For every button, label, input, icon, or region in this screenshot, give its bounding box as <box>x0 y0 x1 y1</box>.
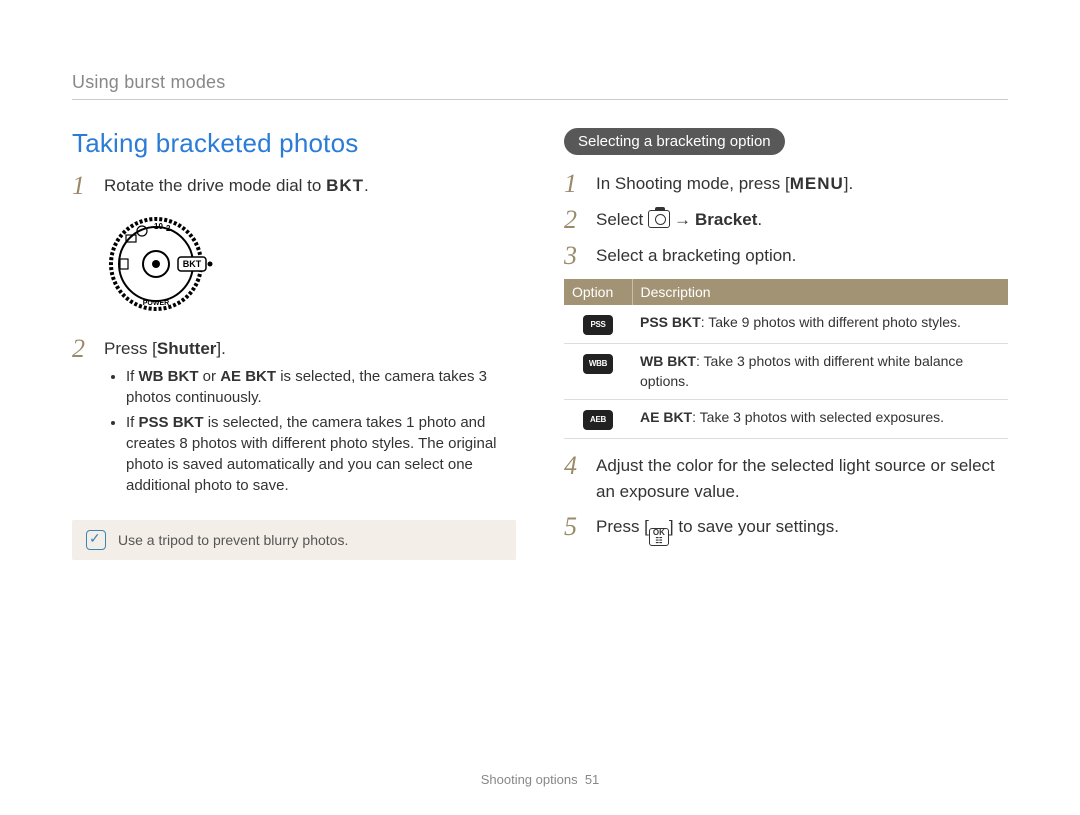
s5-pre: Press [ <box>596 517 649 536</box>
arrow-icon: → <box>674 210 691 229</box>
r-step-4: 4 Adjust the color for the selected ligh… <box>564 453 1008 504</box>
ok-button-icon: OK☷ <box>649 528 669 546</box>
row1-b: PSS BKT <box>640 314 701 330</box>
r-step-5: 5 Press [OK☷] to save your settings. <box>564 514 1008 546</box>
step-1: 1 Rotate the drive mode dial to BKT. <box>72 173 516 199</box>
footer-label: Shooting options <box>481 772 578 787</box>
row1-t: : Take 9 photos with different photo sty… <box>701 314 961 330</box>
b1-mid: or <box>199 368 221 385</box>
wb-bkt-icon: WBB <box>583 354 613 374</box>
subsection-pill: Selecting a bracketing option <box>564 128 785 155</box>
b1-wb: WB BKT <box>139 368 199 385</box>
row2-b: WB BKT <box>640 353 696 369</box>
b2-pre: If <box>126 414 139 431</box>
svg-text:2: 2 <box>166 224 171 233</box>
section-header: Using burst modes <box>72 72 1008 100</box>
r-step-5-text: Press [OK☷] to save your settings. <box>596 514 1008 546</box>
table-row: PSS PSS BKT: Take 9 photos with differen… <box>564 305 1008 344</box>
tip-check-icon <box>86 530 106 550</box>
step-1-post: . <box>364 176 369 195</box>
th-description: Description <box>632 279 1008 305</box>
step-number-1: 1 <box>72 173 90 199</box>
svg-text:10: 10 <box>154 222 163 231</box>
step-2-body: Press [Shutter]. If WB BKT or AE BKT is … <box>104 336 516 500</box>
s5-post: ] to save your settings. <box>669 517 839 536</box>
s2-pre: Select <box>596 210 648 229</box>
r-step-2: 2 Select →Bracket. <box>564 207 1008 233</box>
pss-bkt-icon: PSS <box>583 315 613 335</box>
row3-b: AE BKT <box>640 409 692 425</box>
step-2-post: ]. <box>216 339 225 358</box>
step-number-2: 2 <box>72 336 90 500</box>
left-column: Taking bracketed photos 1 Rotate the dri… <box>72 128 516 560</box>
bullet-1: If WB BKT or AE BKT is selected, the cam… <box>126 366 516 408</box>
page-footer: Shooting options 51 <box>0 772 1080 787</box>
bkt-icon-text: BKT <box>326 176 364 195</box>
b1-pre: If <box>126 368 139 385</box>
table-row: AEB AE BKT: Take 3 photos with selected … <box>564 400 1008 439</box>
r-step-1-text: In Shooting mode, press [MENU]. <box>596 171 1008 197</box>
r-step-3-text: Select a bracketing option. <box>596 243 1008 269</box>
b2-pss: PSS BKT <box>139 414 204 431</box>
step-1-text: Rotate the drive mode dial to BKT. <box>104 173 516 199</box>
r-step-number-5: 5 <box>564 514 582 546</box>
r-step-number-3: 3 <box>564 243 582 269</box>
s1-post: ]. <box>844 174 853 193</box>
right-column: Selecting a bracketing option 1 In Shoot… <box>564 128 1008 560</box>
bullet-2: If PSS BKT is selected, the camera takes… <box>126 412 516 496</box>
camera-icon <box>648 210 670 228</box>
s2-bracket: Bracket <box>695 210 757 229</box>
s1-pre: In Shooting mode, press [ <box>596 174 790 193</box>
r-step-number-4: 4 <box>564 453 582 504</box>
step-2-pre: Press [ <box>104 339 157 358</box>
page-number: 51 <box>585 772 599 787</box>
dial-icon: BKT POWER 10 2 <box>106 209 216 319</box>
menu-icon-text: MENU <box>790 174 844 193</box>
ae-bkt-icon: AEB <box>583 410 613 430</box>
bracketing-options-table: Option Description PSS PSS BKT: Take 9 p… <box>564 279 1008 439</box>
tip-text: Use a tripod to prevent blurry photos. <box>118 532 348 548</box>
drive-mode-dial-graphic: BKT POWER 10 2 <box>106 209 516 324</box>
r-step-3: 3 Select a bracketing option. <box>564 243 1008 269</box>
row2-desc: WB BKT: Take 3 photos with different whi… <box>632 344 1008 400</box>
r-step-2-text: Select →Bracket. <box>596 207 1008 233</box>
svg-text:POWER: POWER <box>143 300 169 307</box>
step-1-pre: Rotate the drive mode dial to <box>104 176 326 195</box>
s2-post: . <box>757 210 762 229</box>
step-2: 2 Press [Shutter]. If WB BKT or AE BKT i… <box>72 336 516 500</box>
content-columns: Taking bracketed photos 1 Rotate the dri… <box>72 128 1008 560</box>
r-step-number-2: 2 <box>564 207 582 233</box>
b1-ae: AE BKT <box>220 368 276 385</box>
step-2-bullets: If WB BKT or AE BKT is selected, the cam… <box>126 366 516 496</box>
ok-bot: ☷ <box>655 537 662 545</box>
row1-desc: PSS BKT: Take 9 photos with different ph… <box>632 305 1008 344</box>
svg-text:BKT: BKT <box>183 259 202 269</box>
r-step-1: 1 In Shooting mode, press [MENU]. <box>564 171 1008 197</box>
r-step-4-text: Adjust the color for the selected light … <box>596 453 1008 504</box>
table-row: WBB WB BKT: Take 3 photos with different… <box>564 344 1008 400</box>
th-option: Option <box>564 279 632 305</box>
tip-box: Use a tripod to prevent blurry photos. <box>72 520 516 560</box>
r-step-number-1: 1 <box>564 171 582 197</box>
row3-t: : Take 3 photos with selected exposures. <box>692 409 944 425</box>
row3-desc: AE BKT: Take 3 photos with selected expo… <box>632 400 1008 439</box>
topic-heading: Taking bracketed photos <box>72 128 516 159</box>
shutter-label: Shutter <box>157 339 217 358</box>
